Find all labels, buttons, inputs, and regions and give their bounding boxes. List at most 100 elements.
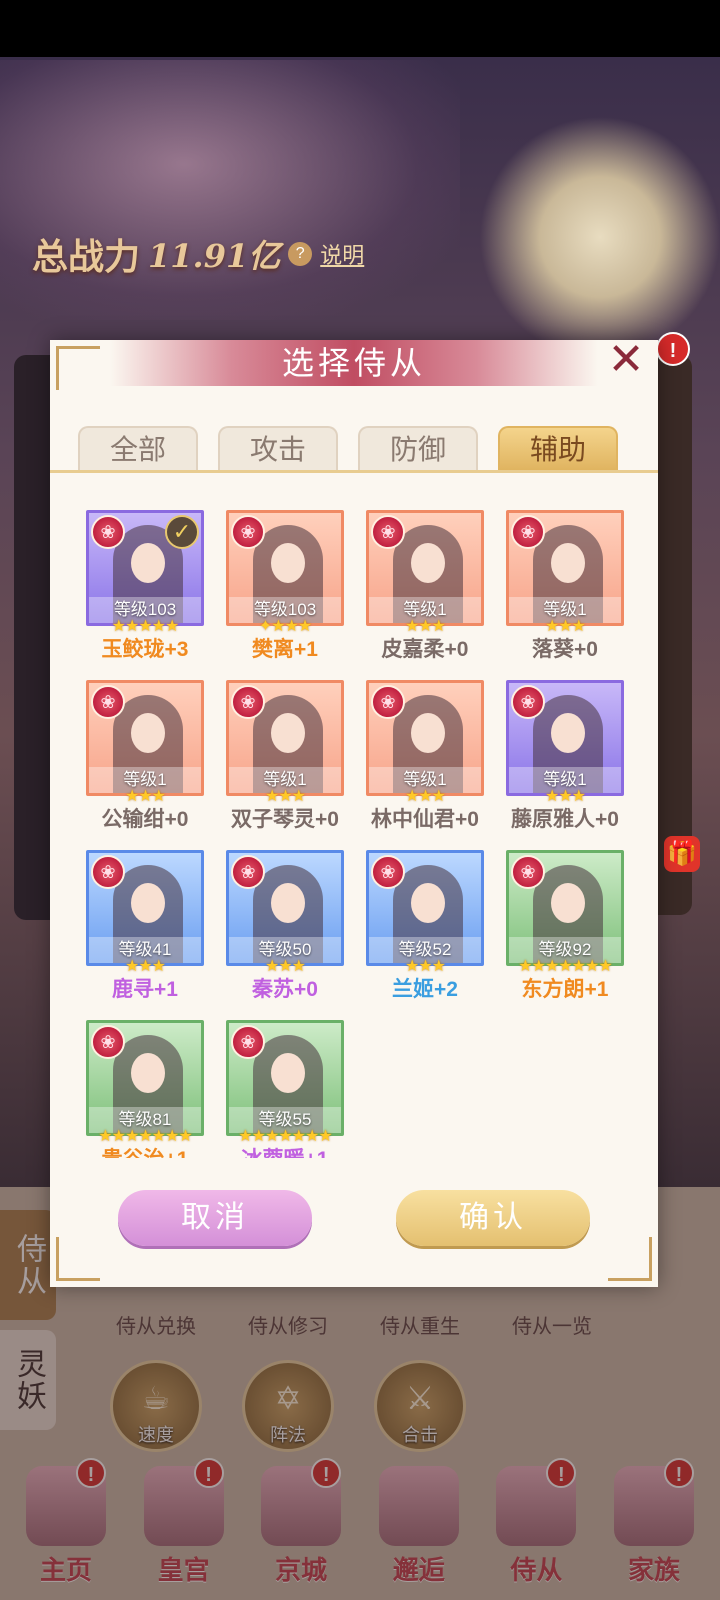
filter-tabs: 全部 攻击 防御 辅助 (78, 426, 638, 470)
lotus-icon: ❀ (231, 1025, 265, 1059)
attendant-name: 冰蓉暖+1 (214, 1146, 356, 1158)
star-rating: ★★★★★ (111, 618, 180, 635)
lotus-icon: ❀ (231, 855, 265, 889)
attendant-portrait: ❀ 等级92 (506, 850, 624, 966)
corner-ornament (56, 1237, 100, 1281)
tab-support[interactable]: 辅助 (498, 426, 618, 470)
attendant-name: 鹿寻+1 (112, 978, 178, 1001)
total-power-display: 总战力 11.91亿 ? 说明 (32, 228, 364, 280)
character-face (411, 543, 445, 583)
attendant-card[interactable]: ❀ 等级103 ✦★★★ 樊离+1 (226, 510, 344, 665)
attendant-card[interactable]: ❀ 等级1 ★★★ 双子琴灵+0 (226, 680, 344, 835)
lotus-icon: ❀ (91, 855, 125, 889)
attendant-name: 藤原雅人+0 (511, 808, 619, 831)
lotus-icon: ❀ (231, 685, 265, 719)
cancel-button[interactable]: 取消 (118, 1190, 312, 1246)
attendant-card[interactable]: ❀ 等级52 ★★★ 兰姬+2 (366, 850, 484, 1005)
attendant-portrait: ❀ 等级55 (226, 1020, 344, 1136)
attendant-portrait: ❀ 等级50 (226, 850, 344, 966)
character-face (411, 883, 445, 923)
star-rating: ★★★ (404, 788, 446, 805)
explain-link[interactable]: 说明 (320, 238, 364, 270)
star-rating: ★★★ (544, 618, 586, 635)
attendant-portrait: ❀ 等级41 (86, 850, 204, 966)
lotus-icon: ❀ (371, 515, 405, 549)
lotus-icon: ❀ (511, 685, 545, 719)
power-value: 11.91亿 (148, 237, 281, 275)
attendant-portrait: ❀ 等级1 (506, 510, 624, 626)
attendant-portrait: ❀ 等级1 (86, 680, 204, 796)
attendant-name: 兰姬+2 (392, 978, 458, 1001)
attendant-card[interactable]: ❀ 等级1 ★★★ 落葵+0 (506, 510, 624, 665)
lotus-icon: ❀ (91, 515, 125, 549)
attendant-name: 秦苏+0 (252, 978, 318, 1001)
select-attendant-dialog: 选择侍从 ✕ 全部 攻击 防御 辅助 ❀ ✓ 等级103 ★★★★★ 玉鲛珑+3 ❀ 等级1… (50, 338, 658, 1287)
star-rating: ★★★ (264, 958, 306, 975)
status-bar (0, 0, 720, 57)
tab-divider (50, 470, 658, 473)
star-rating: ★★★★★★★ (98, 1128, 192, 1145)
attendant-name: 皮嘉柔+0 (381, 638, 469, 661)
tab-all[interactable]: 全部 (78, 426, 198, 470)
attendant-portrait: ❀ 等级103 (226, 510, 344, 626)
character-face (271, 713, 305, 753)
attendant-card[interactable]: ❀ 等级1 ★★★ 公输绀+0 (86, 680, 204, 835)
character-face (131, 543, 165, 583)
attendant-card[interactable]: ❀ 等级92 ★★★★★★★ 东方朗+1 (506, 850, 624, 1005)
attendant-card[interactable]: ❀ 等级1 ★★★ 林中仙君+0 (366, 680, 484, 835)
lotus-icon: ❀ (371, 685, 405, 719)
attendant-portrait: ❀ 等级1 (506, 680, 624, 796)
lotus-icon: ❀ (91, 685, 125, 719)
attendant-card[interactable]: ❀ 等级41 ★★★ 鹿寻+1 (86, 850, 204, 1005)
attendant-name: 落葵+0 (532, 638, 598, 661)
attendant-name: 樊离+1 (252, 638, 318, 661)
right-panel-edge (656, 355, 692, 915)
star-rating: ★★★ (124, 788, 166, 805)
attendant-portrait: ❀ 等级81 (86, 1020, 204, 1136)
notification-badge: ! (656, 332, 690, 366)
attendant-name: 双子琴灵+0 (231, 808, 339, 831)
attendant-portrait: ❀ 等级52 (366, 850, 484, 966)
attendant-card[interactable]: ❀ ✓ 等级103 ★★★★★ 玉鲛珑+3 (86, 510, 204, 665)
character-face (551, 543, 585, 583)
left-panel-edge (14, 355, 54, 920)
attendant-portrait: ❀ 等级1 (366, 510, 484, 626)
attendant-card[interactable]: ❀等级55★★★★★★★冰蓉暖+1 (226, 1020, 344, 1158)
attendant-card[interactable]: ❀ 等级50 ★★★ 秦苏+0 (226, 850, 344, 1005)
star-rating: ★★★★★★★ (518, 958, 612, 975)
character-face (131, 713, 165, 753)
lotus-icon: ❀ (511, 515, 545, 549)
confirm-button[interactable]: 确认 (396, 1190, 590, 1246)
help-icon[interactable]: ? (288, 242, 313, 266)
attendant-card[interactable]: ❀等级81★★★★★★★贵谷治+1 (86, 1020, 204, 1158)
star-rating: ★★★ (124, 958, 166, 975)
attendant-portrait: ❀ 等级1 (366, 680, 484, 796)
attendant-grid: ❀ ✓ 等级103 ★★★★★ 玉鲛珑+3 ❀ 等级103 ✦★★★ 樊离+1 ❀ 等级1 ★★★ 皮嘉… (86, 510, 626, 1158)
character-face (411, 713, 445, 753)
attendant-name: 东方朗+1 (521, 978, 609, 1001)
lotus-icon: ❀ (371, 855, 405, 889)
character-face (551, 883, 585, 923)
character-face (131, 1053, 165, 1093)
star-rating: ★★★ (404, 618, 446, 635)
power-label: 总战力 (32, 236, 141, 278)
lotus-icon: ❀ (91, 1025, 125, 1059)
attendant-portrait: ❀ ✓ 等级103 (86, 510, 204, 626)
tab-defense[interactable]: 防御 (358, 426, 478, 470)
lotus-icon: ❀ (511, 855, 545, 889)
star-rating: ★★★ (404, 958, 446, 975)
gift-icon[interactable]: 🎁 (664, 836, 700, 872)
attendant-card[interactable]: ❀ 等级1 ★★★ 藤原雅人+0 (506, 680, 624, 835)
star-rating: ★★★★★★★ (238, 1128, 332, 1145)
attendant-name: 贵谷治+1 (86, 1146, 216, 1158)
attendant-card[interactable]: ❀ 等级1 ★★★ 皮嘉柔+0 (366, 510, 484, 665)
tab-attack[interactable]: 攻击 (218, 426, 338, 470)
star-rating: ✦★★★ (258, 618, 312, 635)
close-button[interactable]: ✕ (602, 338, 650, 384)
lotus-icon: ❀ (231, 515, 265, 549)
dialog-title: 选择侍从 (281, 344, 426, 382)
character-face (271, 883, 305, 923)
attendant-name: 玉鲛珑+3 (101, 638, 189, 661)
blossom-tree-decoration (0, 60, 460, 320)
checkmark-icon: ✓ (165, 515, 199, 549)
